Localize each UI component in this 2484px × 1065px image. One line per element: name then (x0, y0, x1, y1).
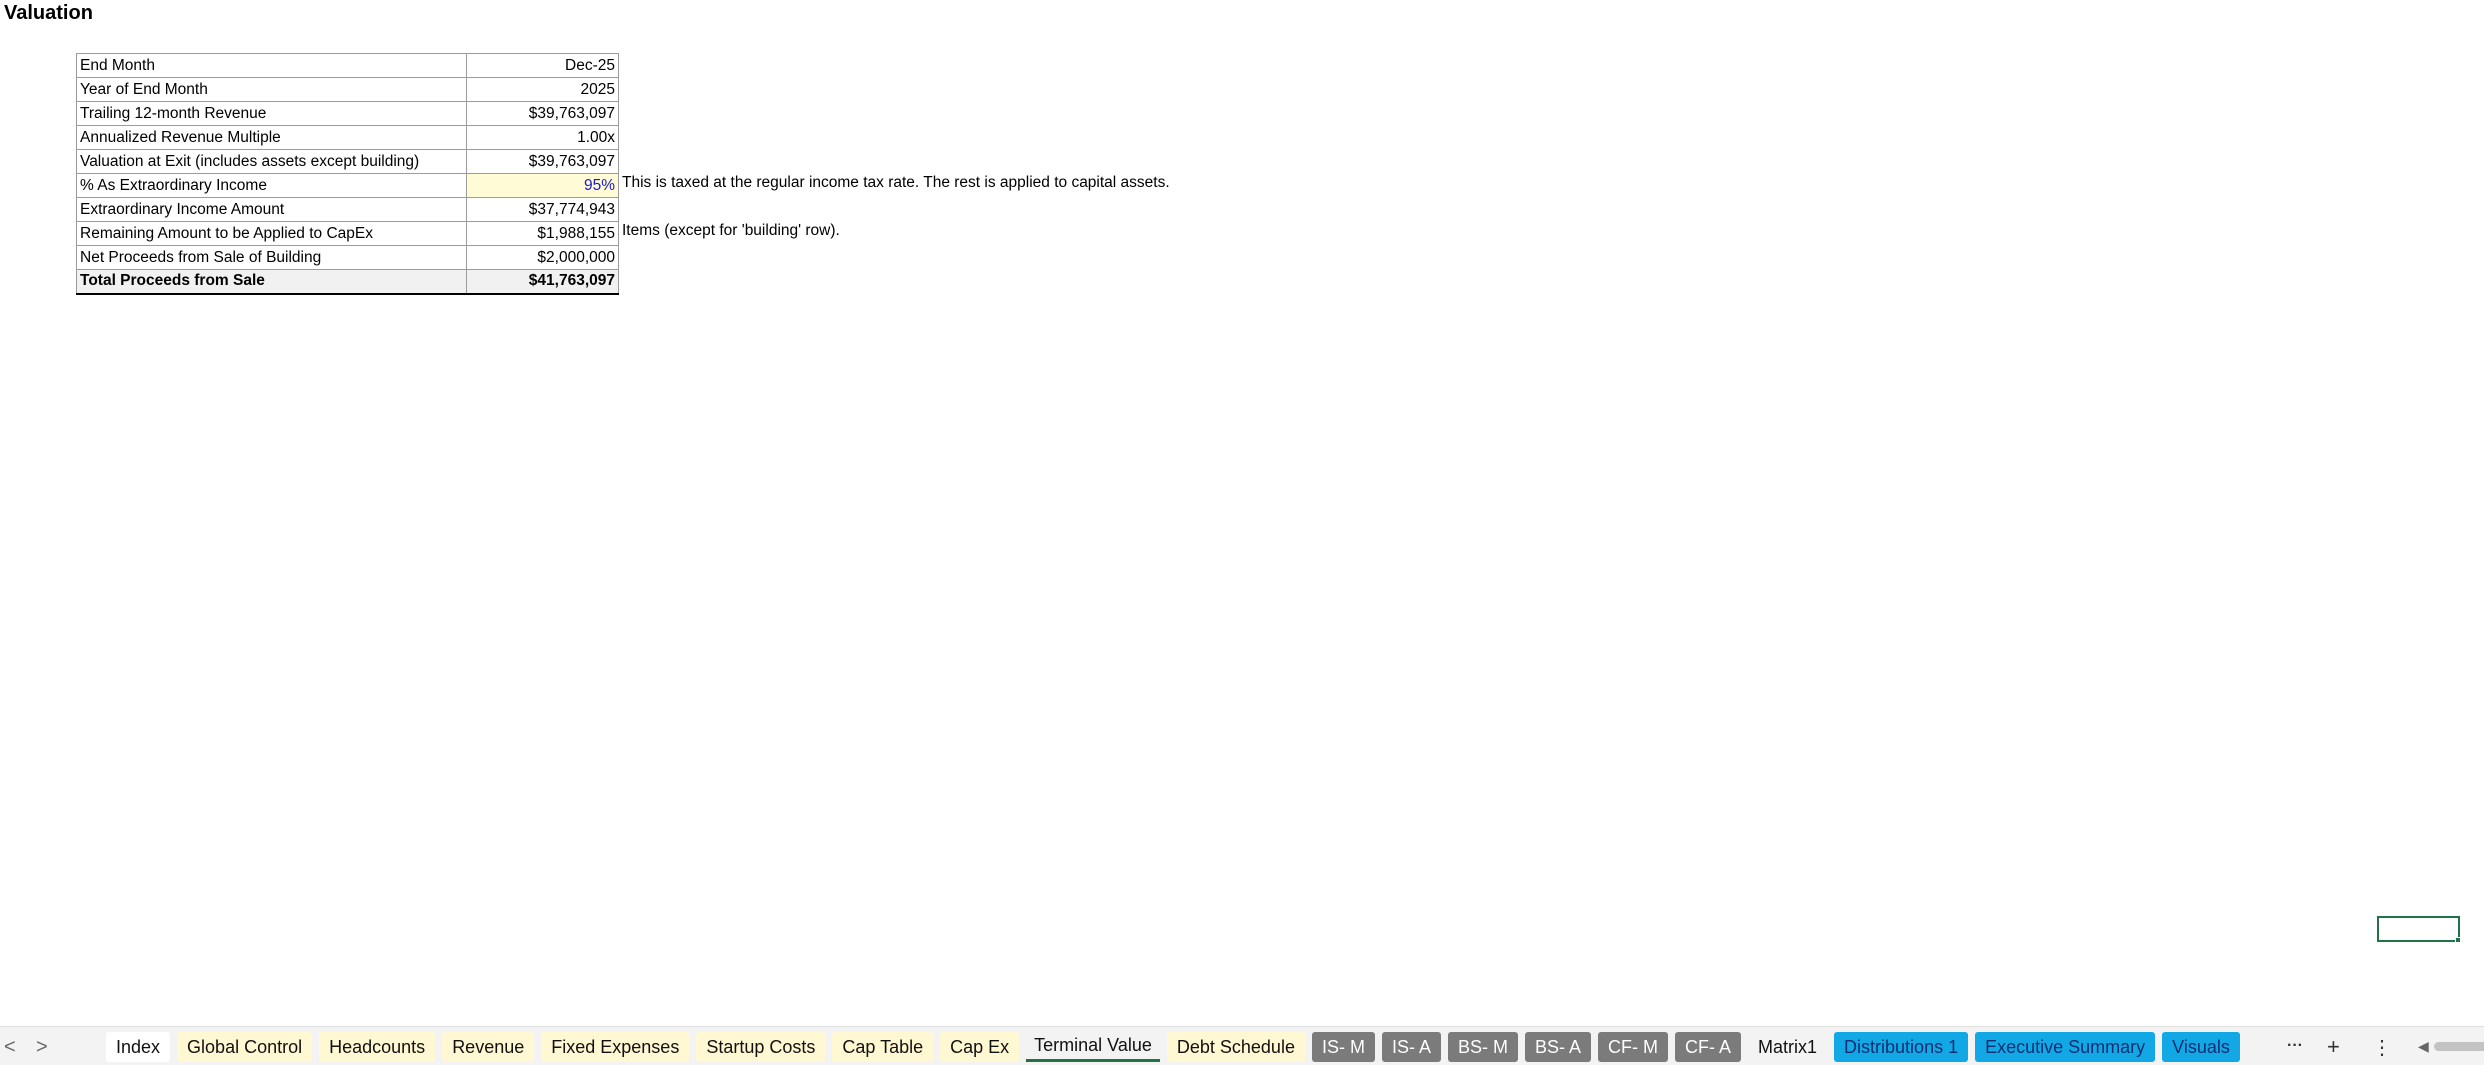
tab-is-a[interactable]: IS- A (1381, 1032, 1441, 1062)
tab-bs-m[interactable]: BS- M (1447, 1032, 1518, 1062)
row-label-extraordinary-percent[interactable]: % As Extraordinary Income (76, 173, 467, 198)
table-row[interactable]: Extraordinary Income Amount $37,774,943 (76, 197, 619, 222)
row-value-remaining-capex[interactable]: $1,988,155 (466, 221, 619, 246)
tab-bs-a[interactable]: BS- A (1525, 1032, 1592, 1062)
row-value-total-proceeds[interactable]: $41,763,097 (466, 269, 619, 295)
tab-visuals[interactable]: Visuals (2162, 1032, 2240, 1062)
row-value-year-of-end-month[interactable]: 2025 (466, 77, 619, 102)
tab-startup-costs[interactable]: Startup Costs (696, 1032, 826, 1062)
row-value-end-month[interactable]: Dec-25 (466, 53, 619, 78)
tab-terminal-value[interactable]: Terminal Value (1026, 1032, 1160, 1062)
tab-matrix1[interactable]: Matrix1 (1748, 1032, 1827, 1062)
table-row[interactable]: Year of End Month 2025 (76, 77, 619, 102)
tab-revenue[interactable]: Revenue (442, 1032, 535, 1062)
table-row[interactable]: % As Extraordinary Income 95% (76, 173, 619, 198)
sheet-tabs: Index Global Control Headcounts Revenue … (106, 1032, 2240, 1062)
prev-sheet-button[interactable]: < (4, 1036, 16, 1059)
row-label-end-month[interactable]: End Month (76, 53, 467, 78)
next-sheet-button[interactable]: > (36, 1036, 48, 1059)
row-label-valuation-at-exit[interactable]: Valuation at Exit (includes assets excep… (76, 149, 467, 174)
tab-headcounts[interactable]: Headcounts (319, 1032, 436, 1062)
selected-cell[interactable] (2377, 916, 2460, 942)
table-row[interactable]: End Month Dec-25 (76, 53, 619, 78)
table-row[interactable]: Valuation at Exit (includes assets excep… (76, 149, 619, 174)
tab-cf-a[interactable]: CF- A (1675, 1032, 1742, 1062)
note-capex-items[interactable]: Items (except for 'building' row). (622, 222, 840, 240)
sheet-title: Valuation (4, 2, 93, 24)
row-value-building-proceeds[interactable]: $2,000,000 (466, 245, 619, 270)
tab-distributions-1[interactable]: Distributions 1 (1834, 1032, 1969, 1062)
tab-global-control[interactable]: Global Control (177, 1032, 313, 1062)
note-extraordinary-income[interactable]: This is taxed at the regular income tax … (622, 174, 1170, 192)
tab-fixed-expenses[interactable]: Fixed Expenses (541, 1032, 690, 1062)
more-sheets-icon[interactable]: ··· (2287, 1037, 2303, 1055)
valuation-table: End Month Dec-25 Year of End Month 2025 … (76, 53, 619, 295)
row-label-total-proceeds[interactable]: Total Proceeds from Sale (76, 269, 467, 295)
fill-handle[interactable] (2455, 937, 2461, 943)
total-row[interactable]: Total Proceeds from Sale $41,763,097 (76, 269, 619, 295)
horizontal-scrollbar[interactable]: ◀ (2418, 1038, 2484, 1054)
tab-index[interactable]: Index (106, 1032, 171, 1062)
row-value-trailing-revenue[interactable]: $39,763,097 (466, 101, 619, 126)
tab-cf-m[interactable]: CF- M (1598, 1032, 1669, 1062)
table-row[interactable]: Net Proceeds from Sale of Building $2,00… (76, 245, 619, 270)
tab-cap-table[interactable]: Cap Table (832, 1032, 934, 1062)
tab-options-icon[interactable]: ⋮ (2372, 1035, 2392, 1060)
tab-debt-schedule[interactable]: Debt Schedule (1166, 1032, 1305, 1062)
tab-cap-ex[interactable]: Cap Ex (940, 1032, 1020, 1062)
scrollbar-thumb[interactable] (2434, 1042, 2484, 1051)
tab-is-m[interactable]: IS- M (1311, 1032, 1375, 1062)
row-label-year-of-end-month[interactable]: Year of End Month (76, 77, 467, 102)
row-value-revenue-multiple[interactable]: 1.00x (466, 125, 619, 150)
row-label-remaining-capex[interactable]: Remaining Amount to be Applied to CapEx (76, 221, 467, 246)
row-label-building-proceeds[interactable]: Net Proceeds from Sale of Building (76, 245, 467, 270)
row-value-extraordinary-amount[interactable]: $37,774,943 (466, 197, 619, 222)
add-sheet-button[interactable]: + (2327, 1034, 2340, 1060)
table-row[interactable]: Trailing 12-month Revenue $39,763,097 (76, 101, 619, 126)
row-value-valuation-at-exit[interactable]: $39,763,097 (466, 149, 619, 174)
row-value-extraordinary-percent-input[interactable]: 95% (466, 173, 619, 198)
tab-executive-summary[interactable]: Executive Summary (1975, 1032, 2156, 1062)
row-label-revenue-multiple[interactable]: Annualized Revenue Multiple (76, 125, 467, 150)
scroll-left-icon[interactable]: ◀ (2418, 1038, 2429, 1055)
sheet-tab-bar: < > Index Global Control Headcounts Reve… (0, 1026, 2484, 1065)
row-label-trailing-revenue[interactable]: Trailing 12-month Revenue (76, 101, 467, 126)
table-row[interactable]: Remaining Amount to be Applied to CapEx … (76, 221, 619, 246)
table-row[interactable]: Annualized Revenue Multiple 1.00x (76, 125, 619, 150)
row-label-extraordinary-amount[interactable]: Extraordinary Income Amount (76, 197, 467, 222)
